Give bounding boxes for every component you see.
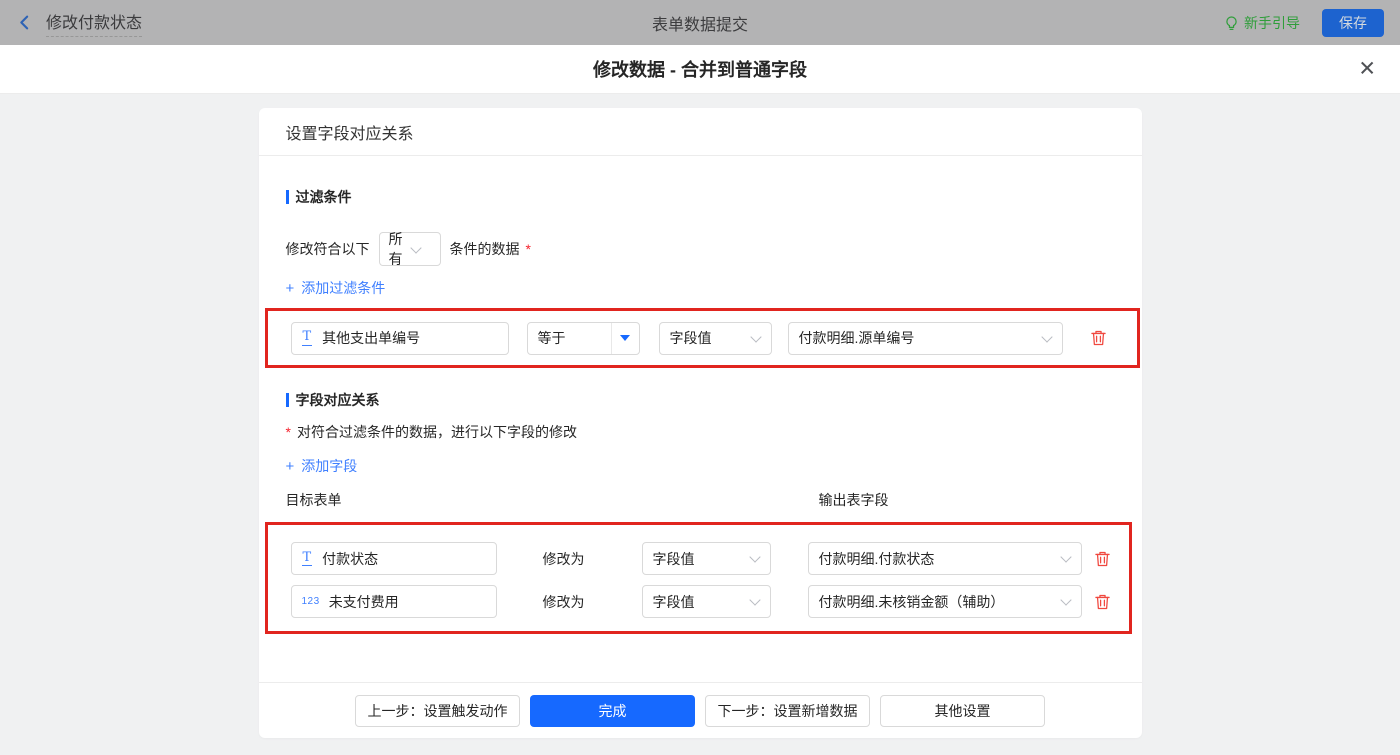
value-type-value: 字段值 [669, 330, 712, 346]
back-chevron-icon [16, 14, 33, 31]
target-field-input[interactable]: T 付款状态 [290, 542, 497, 575]
beginner-guide-label: 新手引导 [1244, 14, 1300, 31]
mapping-column-headers: 目标表单 输出表字段 [286, 490, 1115, 508]
value-field-select[interactable]: 付款明细.源单编号 [787, 321, 1063, 355]
value-type-select[interactable]: 字段值 [641, 542, 771, 575]
value-field-value: 付款明细.源单编号 [798, 330, 915, 346]
lightbulb-icon [1224, 15, 1239, 31]
triangle-down-icon [620, 335, 630, 341]
target-field-input[interactable]: 123 未支付费用 [290, 585, 497, 618]
modify-to-label: 修改为 [542, 593, 585, 610]
output-field-value: 付款明细.付款状态 [818, 550, 935, 567]
next-step-button[interactable]: 下一步：设置新增数据 [705, 694, 870, 727]
value-type-select[interactable]: 字段值 [658, 321, 772, 355]
add-field-label: 添加字段 [301, 458, 358, 474]
prev-step-button[interactable]: 上一步：设置触发动作 [355, 694, 520, 727]
dialog-title: 修改数据 - 合并到普通字段 [593, 60, 807, 80]
beginner-guide-link[interactable]: 新手引导 [1224, 13, 1300, 33]
mapping-section-label: 字段对应关系 [295, 392, 380, 408]
plus-icon: + [285, 279, 295, 297]
modify-to-label: 修改为 [542, 550, 585, 567]
mapping-row: 123 未支付费用 修改为 字段值 付款明细.未核销金额（辅助） [290, 585, 1129, 618]
filter-section-title: 过滤条件 [285, 189, 1115, 205]
target-field-name: 付款状态 [322, 550, 379, 567]
other-settings-button[interactable]: 其他设置 [880, 694, 1045, 727]
delete-row-trash-icon[interactable] [1094, 593, 1111, 611]
chevron-down-icon [749, 330, 762, 343]
number-field-icon: 123 [301, 596, 320, 607]
add-filter-condition-label: 添加过滤条件 [301, 280, 386, 296]
filter-match-row: 修改符合以下 所有 条件的数据 * [285, 231, 1115, 267]
chevron-down-icon [1059, 551, 1072, 563]
match-mode-select[interactable]: 所有 [378, 231, 441, 267]
page-title: 表单数据提交 [651, 16, 748, 34]
dropdown-caret-zone[interactable] [610, 322, 639, 354]
dialog-header: 修改数据 - 合并到普通字段 ✕ [0, 45, 1400, 94]
settings-card: 设置字段对应关系 过滤条件 修改符合以下 所有 条件的数据 * + 添加过滤条件 [258, 108, 1142, 738]
required-asterisk: * [285, 424, 291, 440]
mapping-row: T 付款状态 修改为 字段值 付款明细.付款状态 [290, 542, 1129, 575]
close-icon[interactable]: ✕ [1358, 59, 1376, 80]
chevron-down-icon [748, 551, 761, 563]
annotation-box-mapping: T 付款状态 修改为 字段值 付款明细.付款状态 123 未支付费用 修改为 字… [264, 522, 1132, 634]
section-accent-bar [285, 190, 289, 204]
text-field-icon: T [301, 549, 313, 567]
annotation-box-filter: T 其他支出单编号 等于 字段值 付款明细.源单编号 [264, 308, 1140, 368]
card-header-title: 设置字段对应关系 [258, 108, 1142, 156]
output-field-select[interactable]: 付款明细.未核销金额（辅助） [807, 585, 1082, 618]
back-button[interactable]: 修改付款状态 [16, 9, 143, 37]
add-field-link[interactable]: + 添加字段 [286, 456, 358, 476]
chevron-down-icon [1040, 330, 1053, 343]
filter-field-input[interactable]: T 其他支出单编号 [290, 321, 509, 355]
operator-select[interactable]: 等于 [526, 321, 640, 355]
dialog-body: 设置字段对应关系 过滤条件 修改符合以下 所有 条件的数据 * + 添加过滤条件 [0, 94, 1400, 755]
target-form-column-header: 目标表单 [285, 492, 342, 508]
text-field-icon: T [301, 329, 313, 346]
flow-title[interactable]: 修改付款状态 [46, 9, 143, 37]
operator-value: 等于 [537, 330, 566, 346]
card-footer: 上一步：设置触发动作 完成 下一步：设置新增数据 其他设置 [258, 682, 1142, 738]
match-mode-value: 所有 [388, 231, 403, 267]
chevron-down-icon [1059, 594, 1072, 606]
value-type-value: 字段值 [652, 550, 695, 567]
mapping-description-row: * 对符合过滤条件的数据，进行以下字段的修改 [286, 422, 1115, 442]
section-accent-bar [285, 393, 289, 407]
value-type-select[interactable]: 字段值 [641, 585, 771, 618]
match-prefix-label: 修改符合以下 [285, 241, 370, 257]
add-filter-condition-link[interactable]: + 添加过滤条件 [286, 278, 386, 298]
target-field-name: 未支付费用 [328, 593, 399, 610]
value-type-value: 字段值 [652, 593, 695, 610]
mapping-section-title: 字段对应关系 [285, 392, 1115, 408]
filter-section-label: 过滤条件 [295, 189, 352, 205]
mapping-description: 对符合过滤条件的数据，进行以下字段的修改 [296, 424, 577, 440]
done-button[interactable]: 完成 [530, 694, 695, 727]
output-field-value: 付款明细.未核销金额（辅助） [818, 593, 1005, 610]
required-asterisk: * [525, 241, 531, 257]
save-button[interactable]: 保存 [1322, 8, 1384, 37]
delete-row-trash-icon[interactable] [1094, 550, 1111, 568]
delete-condition-trash-icon[interactable] [1090, 329, 1107, 347]
match-suffix-label: 条件的数据 [449, 241, 520, 257]
output-field-select[interactable]: 付款明细.付款状态 [807, 542, 1082, 575]
top-bar: 修改付款状态 表单数据提交 新手引导 保存 [0, 0, 1400, 45]
chevron-down-icon [409, 241, 422, 254]
filter-field-name: 其他支出单编号 [322, 330, 421, 346]
output-field-column-header: 输出表字段 [818, 492, 889, 508]
chevron-down-icon [748, 594, 761, 606]
plus-icon: + [285, 457, 295, 475]
